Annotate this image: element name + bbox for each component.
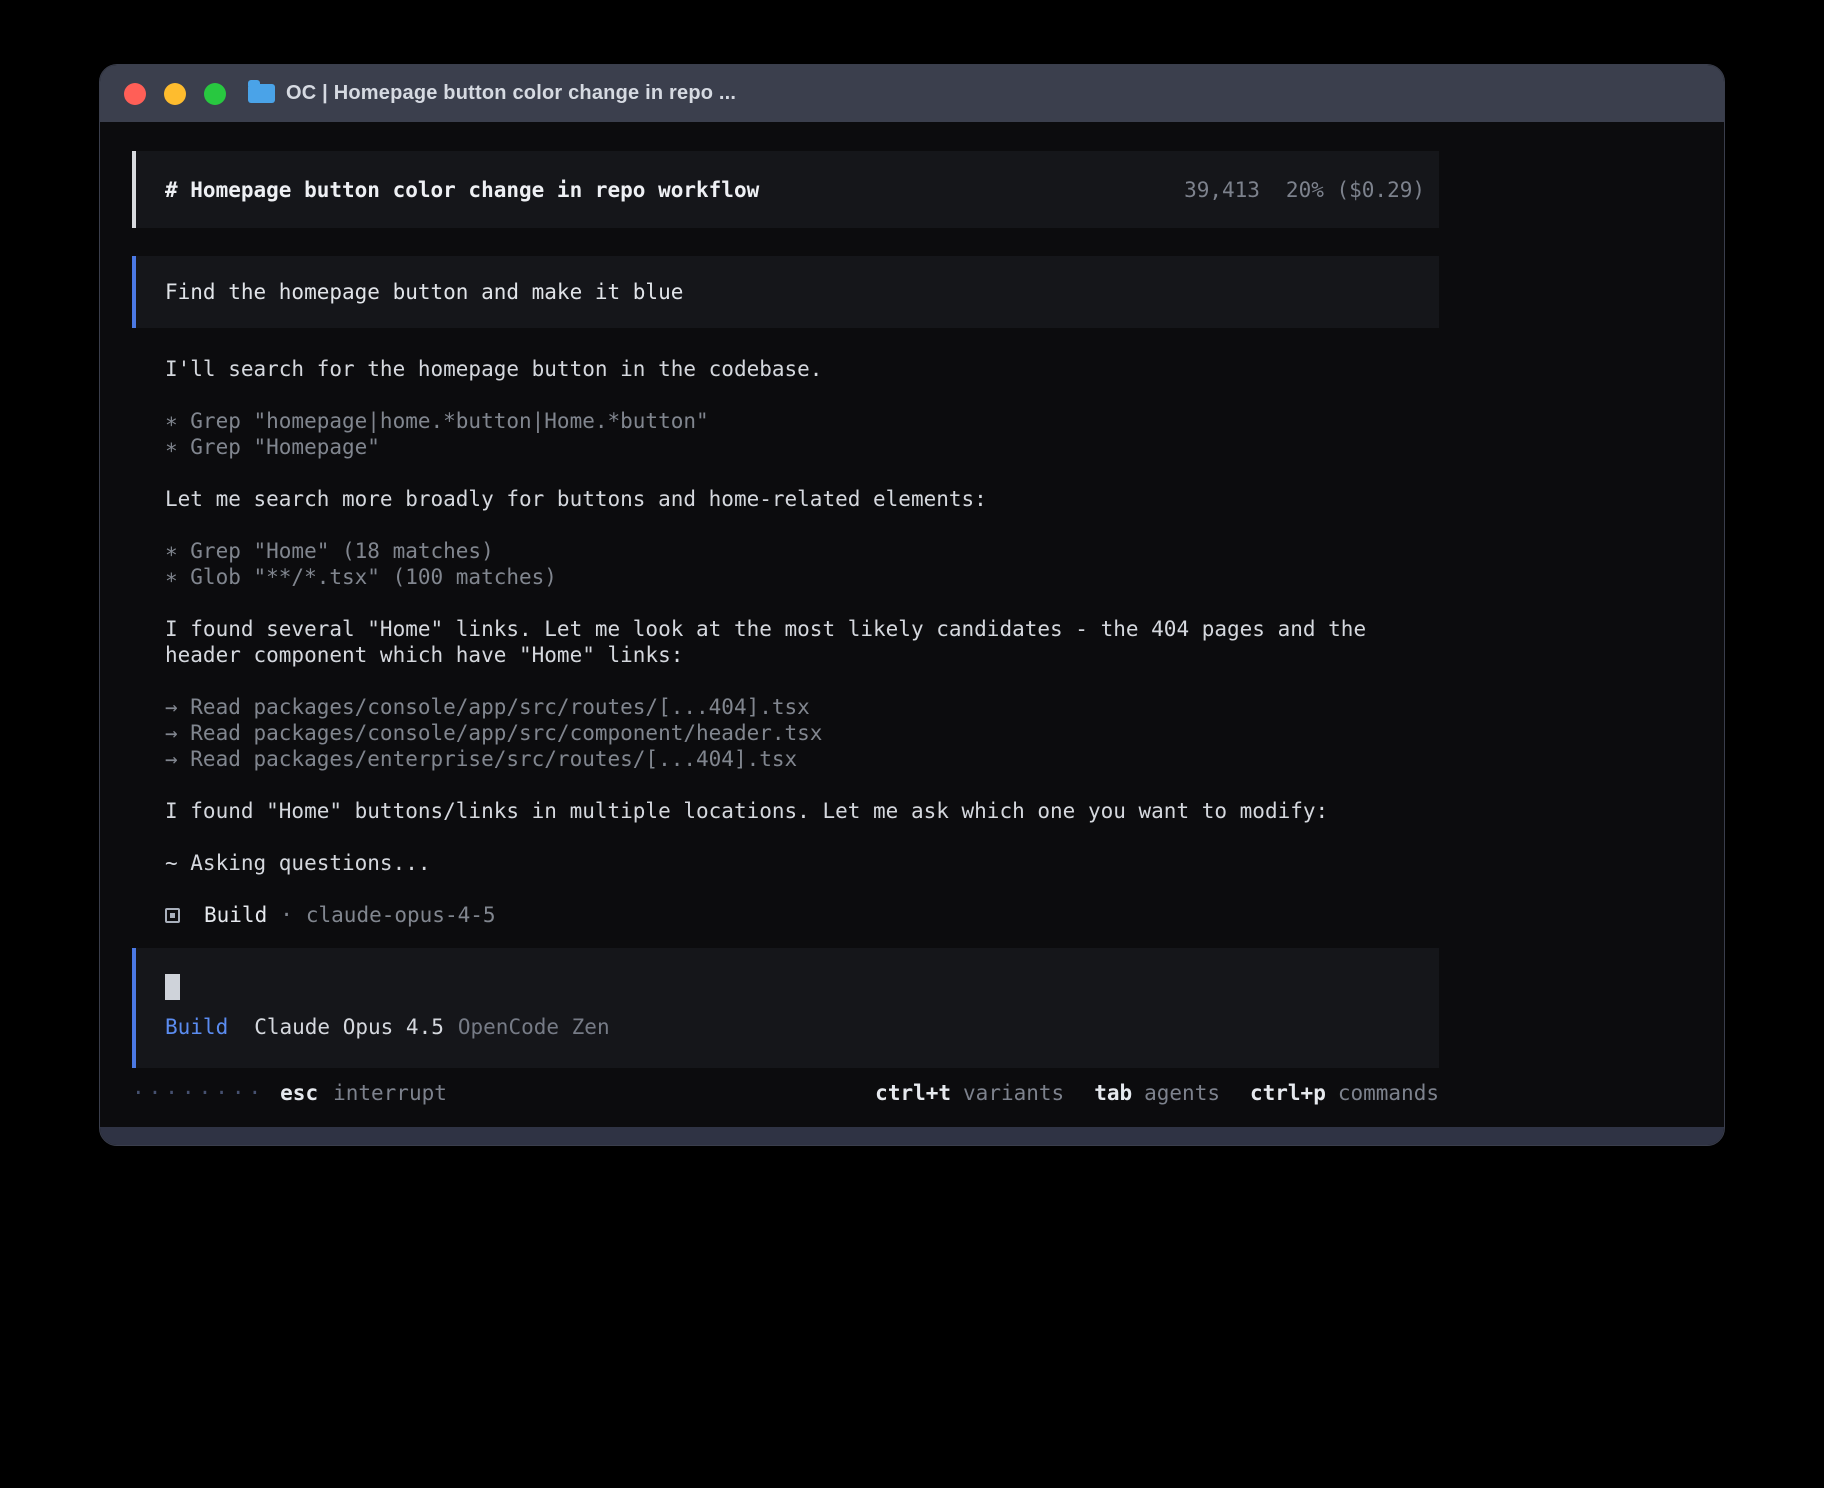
window-footer [100,1127,1724,1145]
titlebar[interactable]: OC | Homepage button color change in rep… [100,65,1724,122]
agent-separator: · [280,903,293,927]
session-title: # Homepage button color change in repo w… [165,178,759,202]
ctrl-p-key-hint: ctrl+p [1250,1081,1326,1105]
zoom-button[interactable] [204,83,226,105]
spinner-dots: ········ [132,1081,265,1105]
agent-build-icon [165,908,180,923]
tool-call-line: → Read packages/console/app/src/componen… [165,720,1441,746]
prompt-input[interactable]: Build Claude Opus 4.5 OpenCode Zen [132,948,1439,1068]
agent-name: Build [204,903,267,927]
minimize-button[interactable] [164,83,186,105]
agent-status-line: Build · claude-opus-4-5 [165,902,1439,928]
status-bar-left: ········ esc interrupt [132,1081,447,1105]
tool-call-line: ∗ Grep "homepage|home.*button|Home.*butt… [165,408,1441,434]
assistant-text-line: I found "Home" buttons/links in multiple… [165,798,1441,824]
user-message: Find the homepage button and make it blu… [132,256,1439,328]
provider-label: OpenCode Zen [458,1015,610,1039]
esc-key-hint: esc [280,1081,318,1105]
folder-icon [248,84,275,103]
commands-label: commands [1338,1081,1439,1105]
assistant-status-line: ~ Asking questions... [165,850,1441,876]
shortcut-variants: ctrl+t variants [875,1081,1064,1105]
text-cursor [165,974,180,1000]
shortcut-agents: tab agents [1094,1081,1220,1105]
shortcut-commands: ctrl+p commands [1250,1081,1439,1105]
tool-call-line: ∗ Grep "Homepage" [165,434,1441,460]
traffic-lights [124,83,226,105]
assistant-transcript: I'll search for the homepage button in t… [132,356,1439,928]
status-bar-right: ctrl+t variants tab agents ctrl+p comman… [875,1081,1439,1105]
assistant-text-line: Let me search more broadly for buttons a… [165,486,1441,512]
assistant-text-line: I found several "Home" links. Let me loo… [165,616,1441,668]
ctrl-t-key-hint: ctrl+t [875,1081,951,1105]
tool-call-line: ∗ Grep "Home" (18 matches) [165,538,1441,564]
model-label: Claude Opus 4.5 [254,1015,444,1039]
esc-key-label: interrupt [333,1081,447,1105]
close-button[interactable] [124,83,146,105]
tool-call-line: → Read packages/console/app/src/routes/[… [165,694,1441,720]
status-bar: ········ esc interrupt ctrl+t variants t… [132,1080,1439,1106]
agent-mode-label[interactable]: Build [165,1015,228,1039]
session-stats: 39,413 20% ($0.29) [1184,178,1425,202]
agent-build-icon-dot [170,913,175,918]
tool-call-line: → Read packages/enterprise/src/routes/[.… [165,746,1441,772]
terminal-window: OC | Homepage button color change in rep… [99,64,1725,1146]
assistant-text-line: I'll search for the homepage button in t… [165,356,1441,382]
composer-meta: Build Claude Opus 4.5 OpenCode Zen [165,1014,1410,1040]
agents-label: agents [1144,1081,1220,1105]
terminal-content: # Homepage button color change in repo w… [100,122,1439,1106]
context-usage: 20% ($0.29) [1286,178,1425,202]
tab-key-hint: tab [1094,1081,1132,1105]
tool-call-line: ∗ Glob "**/*.tsx" (100 matches) [165,564,1441,590]
session-header: # Homepage button color change in repo w… [132,151,1439,228]
user-message-text: Find the homepage button and make it blu… [165,280,683,304]
window-title: OC | Homepage button color change in rep… [286,82,736,105]
variants-label: variants [963,1081,1064,1105]
token-count: 39,413 [1184,178,1260,202]
agent-model: claude-opus-4-5 [306,903,496,927]
